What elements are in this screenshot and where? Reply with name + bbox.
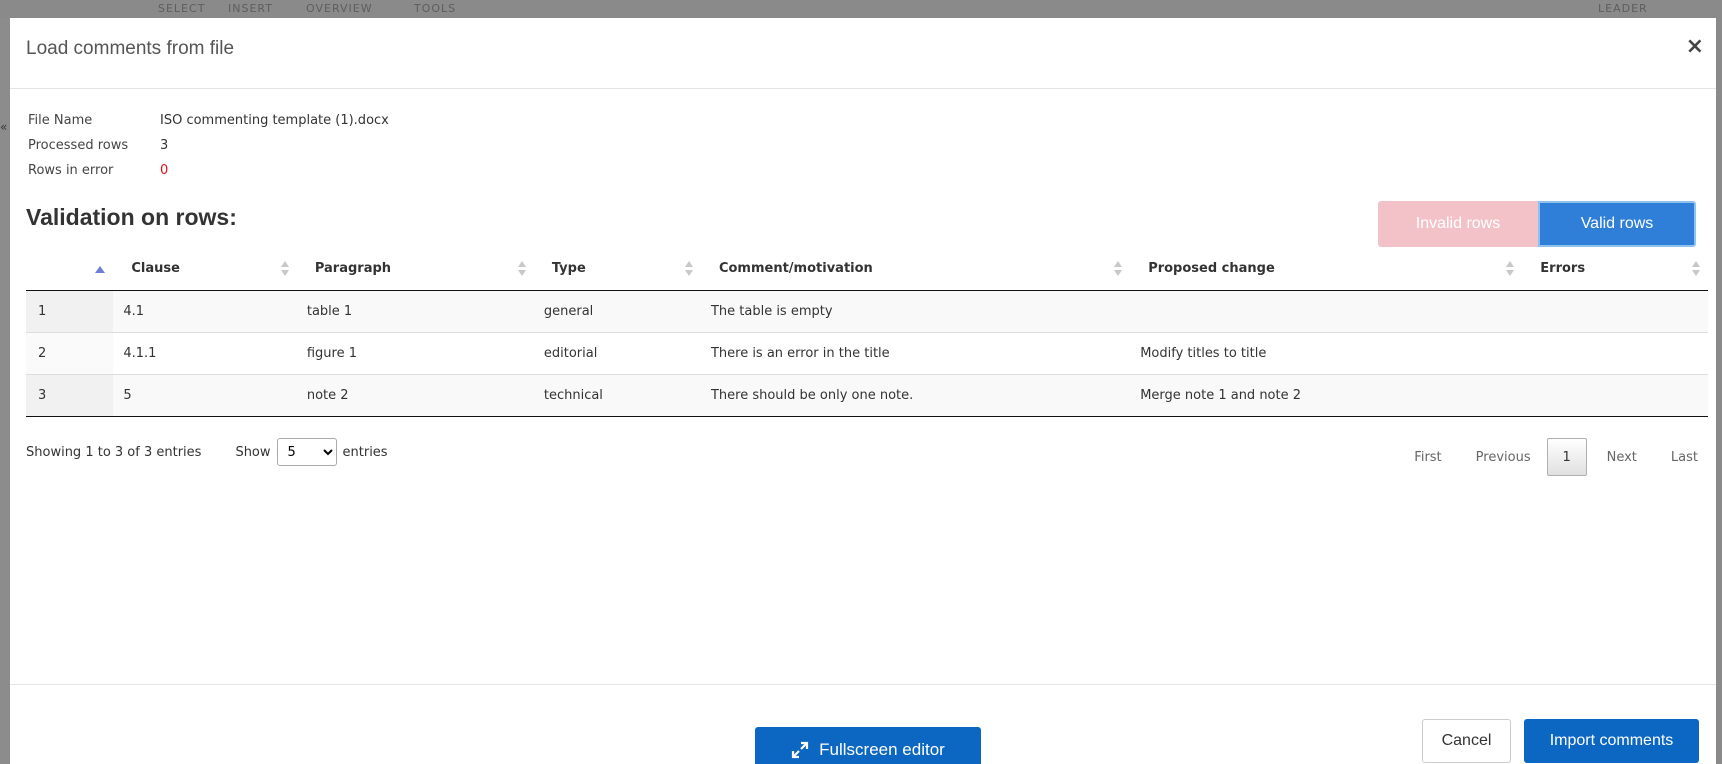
file-name-value: ISO commenting template (1).docx [160, 113, 389, 128]
cell-type: general [533, 290, 701, 333]
cell-paragraph: table 1 [296, 290, 534, 333]
pagination: First Previous 1 Next Last [1402, 438, 1710, 476]
rows-in-error-label: Rows in error [28, 163, 114, 178]
file-name-row: File Name ISO commenting template (1).do… [28, 108, 389, 133]
sort-icon [517, 261, 526, 277]
sort-icon [1506, 261, 1515, 277]
table-header-row: Clause Paragraph Type Comment/motivation… [26, 247, 1708, 291]
previous-page-button[interactable]: Previous [1454, 450, 1543, 465]
cell-type: technical [533, 374, 701, 417]
sort-asc-icon [95, 266, 106, 273]
table-row[interactable]: 3 5 note 2 technical There should be onl… [26, 374, 1708, 417]
bg-menu-overview: OVERVIEW [306, 2, 373, 15]
rows-in-error-value: 0 [160, 163, 169, 178]
cell-paragraph: figure 1 [296, 332, 534, 375]
cell-proposed-change [1130, 290, 1523, 333]
processed-rows-row: Processed rows 3 [28, 133, 389, 158]
table-info: Showing 1 to 3 of 3 entries Show 5 10 25… [26, 438, 388, 466]
cell-errors [1522, 290, 1708, 333]
expand-icon [792, 741, 809, 758]
table-row[interactable]: 2 4.1.1 figure 1 editorial There is an e… [26, 332, 1708, 375]
processed-rows-label: Processed rows [28, 138, 129, 153]
load-comments-dialog: Load comments from file × File Name ISO … [10, 18, 1716, 764]
validation-title: Validation on rows: [26, 204, 237, 230]
show-label: Show [235, 444, 271, 460]
page-1-button[interactable]: 1 [1546, 438, 1587, 476]
entries-summary: Showing 1 to 3 of 3 entries [26, 444, 202, 460]
cell-proposed-change: Merge note 1 and note 2 [1130, 374, 1523, 417]
bg-menu-select: SELECT [158, 2, 206, 15]
cell-clause: 4.1 [113, 290, 297, 333]
col-header-paragraph[interactable]: Paragraph [296, 247, 534, 291]
page-size-select[interactable]: 5 10 25 50 [276, 438, 337, 466]
col-header-type[interactable]: Type [533, 247, 701, 291]
first-page-button[interactable]: First [1402, 450, 1453, 465]
sort-icon [684, 261, 693, 277]
cell-index: 1 [26, 290, 114, 333]
cell-comment: There is an error in the title [700, 332, 1131, 375]
invalid-rows-button[interactable]: Invalid rows [1378, 201, 1538, 247]
dialog-header: Load comments from file × [10, 18, 1716, 89]
bg-menu-leader: LEADER [1598, 2, 1648, 15]
processed-rows-value: 3 [160, 138, 169, 153]
row-filter-toggle: Invalid rows Valid rows [1378, 201, 1696, 247]
cell-type: editorial [533, 332, 701, 375]
cell-index: 2 [26, 332, 114, 375]
background-sidebar: « [0, 18, 10, 764]
background-toolbar: SELECT INSERT OVERVIEW TOOLS LEADER [0, 0, 1722, 18]
cell-clause: 4.1.1 [113, 332, 297, 375]
cell-paragraph: note 2 [296, 374, 534, 417]
sort-icon [280, 261, 289, 277]
dialog-title: Load comments from file [26, 38, 235, 59]
bg-menu-tools: TOOLS [414, 2, 457, 15]
fullscreen-editor-label: Fullscreen editor [819, 739, 945, 759]
cell-errors [1522, 374, 1708, 417]
entries-label: entries [342, 444, 388, 460]
file-info: File Name ISO commenting template (1).do… [28, 108, 389, 183]
cell-errors [1522, 332, 1708, 375]
last-page-button[interactable]: Last [1649, 450, 1710, 465]
col-header-errors[interactable]: Errors [1522, 247, 1708, 291]
bg-menu-insert: INSERT [228, 2, 273, 15]
dialog-footer: Fullscreen editor Cancel Import comments [10, 684, 1716, 764]
import-comments-button[interactable]: Import comments [1524, 719, 1699, 763]
rows-in-error-row: Rows in error 0 [28, 158, 389, 183]
col-header-comment[interactable]: Comment/motivation [700, 247, 1131, 291]
col-header-clause[interactable]: Clause [113, 247, 297, 291]
validation-table: Clause Paragraph Type Comment/motivation… [26, 247, 1708, 417]
sort-icon [1114, 261, 1123, 277]
close-icon[interactable]: × [1686, 36, 1704, 58]
cell-clause: 5 [113, 374, 297, 417]
col-header-proposed-change[interactable]: Proposed change [1130, 247, 1523, 291]
sort-icon [1692, 261, 1700, 277]
collapse-icon: « [0, 120, 8, 134]
cell-index: 3 [26, 374, 114, 417]
cancel-button[interactable]: Cancel [1422, 719, 1511, 763]
file-name-label: File Name [28, 113, 93, 128]
next-page-button[interactable]: Next [1591, 450, 1649, 465]
col-header-index[interactable] [26, 247, 114, 291]
cell-proposed-change: Modify titles to title [1130, 332, 1523, 375]
cell-comment: The table is empty [700, 290, 1131, 333]
table-row[interactable]: 1 4.1 table 1 general The table is empty [26, 290, 1708, 333]
valid-rows-button[interactable]: Valid rows [1538, 201, 1696, 247]
cell-comment: There should be only one note. [700, 374, 1131, 417]
fullscreen-editor-button[interactable]: Fullscreen editor [755, 727, 981, 764]
